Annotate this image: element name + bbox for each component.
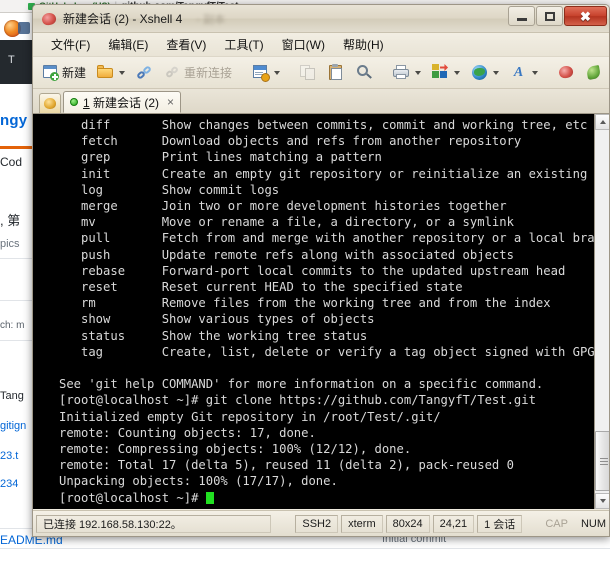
chevron-down-icon[interactable] — [415, 70, 422, 75]
caps-lock-indicator: CAP — [545, 517, 568, 530]
github-header-text: T — [8, 54, 15, 66]
connect-button[interactable] — [131, 60, 158, 86]
file-transfer-icon — [432, 64, 449, 81]
terminal-size-status: 80x24 — [385, 514, 430, 533]
status-spacer — [274, 515, 292, 533]
copy-icon — [300, 64, 317, 81]
status-bar: 已连接 192.168.58.130:22。 SSH2 xterm 80x24 … — [33, 510, 609, 536]
session-manager-icon[interactable] — [39, 93, 61, 113]
menu-help[interactable]: 帮助(H) — [335, 33, 392, 56]
minimize-button[interactable] — [508, 6, 535, 26]
close-button[interactable]: ✖ — [564, 6, 607, 26]
xftp-button[interactable] — [581, 60, 608, 86]
xshell-app-icon — [40, 11, 58, 27]
repo-branch-label: ch: m — [0, 320, 25, 331]
chevron-down-icon[interactable] — [532, 70, 539, 75]
menu-bar: 文件(F) 编辑(E) 查看(V) 工具(T) 窗口(W) 帮助(H) — [33, 33, 609, 57]
font-button[interactable]: A — [505, 60, 543, 86]
chevron-down-icon[interactable] — [274, 70, 281, 75]
session-count-status: 1 会话 — [477, 514, 523, 533]
open-session-button[interactable] — [92, 60, 130, 86]
paste-button[interactable] — [323, 60, 350, 86]
close-icon: ✖ — [580, 8, 591, 24]
file-list-item[interactable]: Tang — [0, 390, 24, 402]
xftp-icon — [586, 64, 603, 81]
window-title: 新建会话 (2) - Xshell 4 — [63, 12, 183, 26]
transfer-button[interactable] — [427, 60, 465, 86]
copy-button — [295, 60, 322, 86]
connection-status: 已连接 192.168.58.130:22。 — [36, 514, 271, 533]
toolbar: 新建 重新连接 A — [33, 57, 609, 89]
protocol-status: SSH2 — [295, 514, 339, 533]
reconnect-label: 重新连接 — [184, 66, 233, 80]
new-session-label: 新建 — [62, 66, 87, 80]
find-button[interactable] — [351, 60, 378, 86]
chevron-down-icon[interactable] — [119, 70, 126, 75]
paste-icon — [328, 64, 345, 81]
properties-icon — [252, 64, 271, 82]
session-properties-button[interactable] — [247, 60, 285, 86]
close-icon[interactable]: × — [167, 95, 174, 109]
title-bar[interactable]: 新建会话 (2) - Xshell 4 - 副本 ✖ — [33, 5, 609, 33]
menu-tools[interactable]: 工具(T) — [216, 33, 271, 56]
new-session-button[interactable]: 新建 — [37, 60, 91, 86]
new-session-icon — [42, 64, 59, 81]
chevron-down-icon[interactable] — [493, 70, 500, 75]
repo-owner-link[interactable]: ngy — [0, 112, 27, 129]
status-spacer — [525, 515, 537, 533]
reconnect-button: 重新连接 — [159, 60, 237, 86]
xshell-window: 新建会话 (2) - Xshell 4 - 副本 ✖ 文件(F) 编辑(E) 查… — [32, 4, 610, 537]
search-icon — [356, 64, 373, 81]
terminal-area: diff Show changes between commits, commi… — [33, 114, 609, 509]
maximize-icon — [544, 11, 555, 21]
taskbar-app-icon — [18, 22, 30, 34]
repo-topics-label: pics — [0, 238, 20, 250]
xshell-button[interactable] — [553, 60, 580, 86]
window-title-ghost: - 副本 — [196, 13, 226, 26]
menu-edit[interactable]: 编辑(E) — [100, 33, 156, 56]
tab-strip: 1 新建会话 (2) × — [33, 89, 609, 114]
menu-window[interactable]: 窗口(W) — [274, 33, 333, 56]
scrollbar-thumb[interactable] — [595, 431, 609, 491]
file-list-item[interactable]: gitign — [0, 420, 26, 432]
github-header-bar: T — [0, 40, 34, 84]
file-list-item[interactable]: 23.t — [0, 450, 18, 462]
web-button[interactable] — [466, 60, 504, 86]
terminal-scrollbar[interactable] — [594, 114, 609, 509]
cursor-position-status: 24,21 — [432, 514, 475, 533]
terminal-type-status: xterm — [341, 514, 383, 533]
maximize-button[interactable] — [536, 6, 563, 26]
terminal-cursor — [205, 491, 214, 504]
repo-description: , 第 — [0, 213, 21, 228]
tab-index: 1 — [83, 95, 90, 110]
connect-icon — [136, 64, 153, 81]
scroll-up-button[interactable] — [595, 114, 609, 130]
tab-label: 1 新建会话 (2) — [83, 94, 159, 111]
chevron-down-icon[interactable] — [454, 70, 461, 75]
print-icon — [393, 64, 410, 81]
repo-tab-code[interactable]: Cod — [0, 155, 22, 169]
scroll-down-button[interactable] — [595, 493, 609, 509]
num-lock-indicator: NUM — [580, 517, 606, 530]
menu-file[interactable]: 文件(F) — [43, 33, 98, 56]
folder-open-icon — [97, 64, 114, 81]
window-controls: ✖ — [508, 6, 607, 26]
font-icon: A — [513, 65, 524, 80]
status-dot-icon — [70, 98, 78, 106]
divider — [0, 548, 610, 549]
xshell-icon — [557, 64, 575, 81]
print-button[interactable] — [388, 60, 426, 86]
terminal-output[interactable]: diff Show changes between commits, commi… — [33, 114, 594, 509]
reconnect-icon — [164, 64, 181, 81]
globe-icon — [471, 64, 488, 81]
tab-title: 新建会话 (2) — [93, 95, 160, 110]
file-list-item[interactable]: 234 — [0, 478, 18, 490]
menu-view[interactable]: 查看(V) — [158, 33, 214, 56]
minimize-icon — [516, 17, 527, 21]
tab-session-1[interactable]: 1 新建会话 (2) × — [63, 91, 182, 113]
